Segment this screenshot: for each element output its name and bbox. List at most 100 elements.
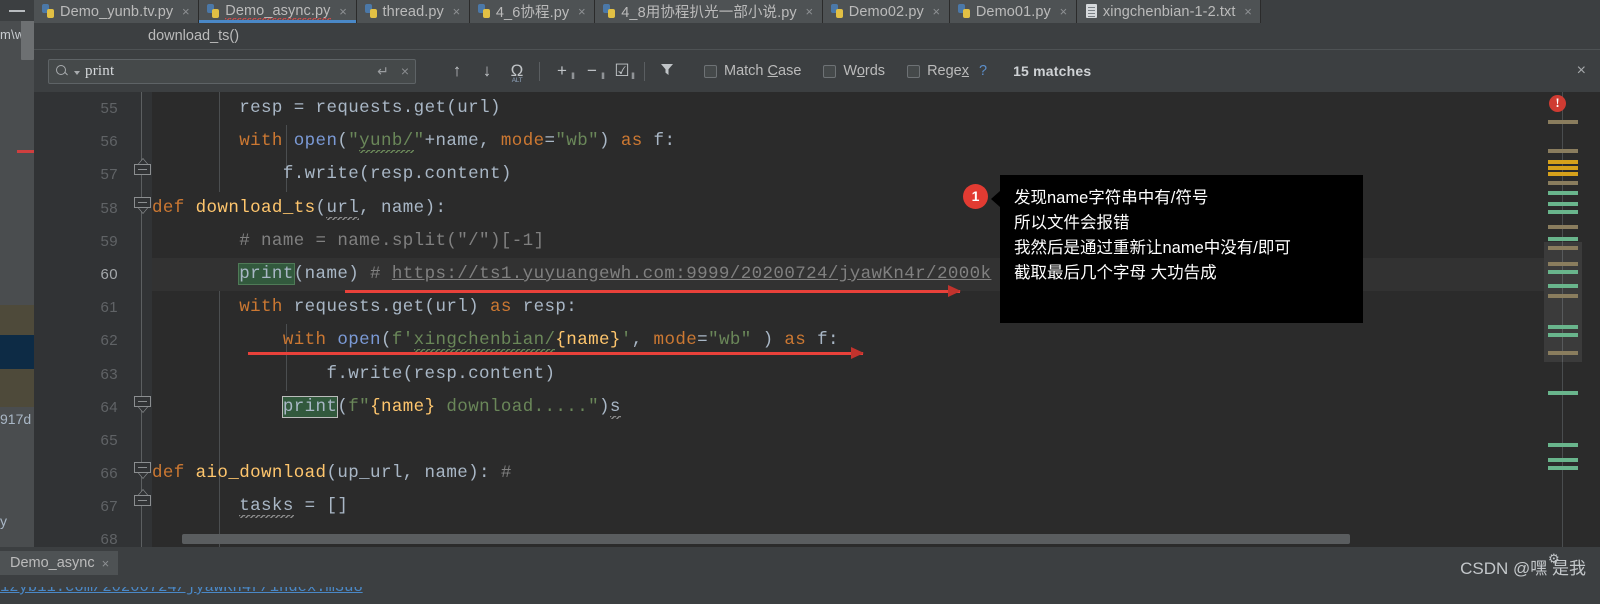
code-token: mode bbox=[653, 330, 698, 351]
toolbar-divider-2 bbox=[644, 61, 645, 81]
code-marker[interactable] bbox=[1548, 246, 1578, 250]
code-marker[interactable] bbox=[1548, 149, 1578, 153]
words-option[interactable]: Words bbox=[823, 63, 885, 79]
fold-marker-collapse[interactable] bbox=[133, 495, 152, 511]
code-marker[interactable] bbox=[1548, 466, 1578, 470]
code-marker[interactable] bbox=[1548, 210, 1578, 214]
code-token: # bbox=[370, 263, 392, 284]
code-marker[interactable] bbox=[1548, 120, 1578, 124]
fold-marker-collapse[interactable] bbox=[133, 164, 152, 180]
code-marker[interactable] bbox=[1548, 166, 1578, 170]
close-icon[interactable]: × bbox=[804, 5, 815, 18]
match-case-checkbox[interactable] bbox=[704, 64, 717, 78]
code-marker[interactable] bbox=[1548, 391, 1578, 395]
fold-marker-expand[interactable] bbox=[133, 197, 152, 213]
line-number: 59 bbox=[100, 232, 118, 250]
close-icon[interactable]: × bbox=[338, 5, 349, 18]
code-marker[interactable] bbox=[1548, 351, 1578, 355]
fold-marker-expand[interactable] bbox=[133, 462, 152, 478]
code-token: aio_download bbox=[195, 463, 327, 484]
line-number: 57 bbox=[100, 166, 118, 184]
scrollbar-thumb[interactable] bbox=[1544, 242, 1582, 362]
code-marker[interactable] bbox=[1548, 458, 1578, 462]
editor-tab-3[interactable]: 4_6协程.py × bbox=[469, 0, 596, 23]
line-number: 68 bbox=[100, 531, 118, 547]
find-next-button[interactable]: ↓ bbox=[472, 58, 502, 85]
clear-search-icon[interactable]: × bbox=[401, 63, 409, 79]
remove-selection-button[interactable]: − II bbox=[577, 58, 607, 85]
code-marker[interactable] bbox=[1548, 160, 1578, 164]
editor-tab-6[interactable]: Demo01.py × bbox=[949, 0, 1077, 23]
close-icon[interactable]: × bbox=[1058, 5, 1069, 18]
close-icon[interactable]: × bbox=[102, 556, 110, 571]
close-find-button[interactable]: × bbox=[1577, 62, 1586, 80]
code-token: = [] bbox=[293, 496, 349, 517]
code-token: yunb/ bbox=[359, 131, 414, 154]
code-token: mode bbox=[500, 131, 545, 152]
find-options: Match Case Words Regex ? bbox=[704, 63, 987, 79]
fold-marker-expand[interactable] bbox=[133, 396, 152, 412]
code-token: , name): bbox=[359, 197, 447, 218]
chevron-down-icon[interactable] bbox=[74, 71, 80, 75]
close-icon[interactable]: × bbox=[1242, 5, 1253, 18]
code-marker[interactable] bbox=[1548, 191, 1578, 195]
words-checkbox[interactable] bbox=[823, 64, 837, 78]
code-marker[interactable] bbox=[1548, 172, 1578, 176]
code-marker[interactable] bbox=[1548, 181, 1578, 185]
code-marker[interactable] bbox=[1548, 443, 1578, 447]
code-editor[interactable]: 55 resp = requests.get(url) 56 with open(… bbox=[34, 92, 1600, 547]
omega-alt-label: ALT bbox=[511, 76, 523, 84]
editor-tab-5[interactable]: Demo02.py × bbox=[822, 0, 950, 23]
run-tool-tab[interactable]: Demo_async × bbox=[0, 551, 119, 575]
code-marker[interactable] bbox=[1548, 237, 1578, 241]
filter-button[interactable] bbox=[652, 58, 682, 85]
close-icon[interactable]: × bbox=[451, 5, 462, 18]
marker-gutter[interactable]: ! bbox=[1544, 92, 1600, 547]
code-marker[interactable] bbox=[1548, 270, 1578, 274]
code-line: 57 f.write(resp.content) bbox=[101, 158, 1600, 191]
search-input[interactable]: print ↵ × bbox=[48, 58, 416, 84]
code-token: # name = name.split(″/″)[-1] bbox=[239, 230, 545, 251]
editor-tab-7[interactable]: xingchenbian-1-2.txt × bbox=[1076, 0, 1262, 23]
close-icon[interactable]: × bbox=[931, 5, 942, 18]
code-line: 64 print(f″{name} download.....″)s bbox=[101, 391, 1600, 424]
add-selection-button[interactable]: + II bbox=[547, 58, 577, 85]
find-previous-button[interactable]: ↑ bbox=[442, 58, 472, 85]
editor-tab-1[interactable]: Demo_async.py × bbox=[199, 0, 357, 23]
editor-tab-label: Demo_yunb.tv.py bbox=[60, 3, 174, 20]
regex-option[interactable]: Regex bbox=[907, 63, 969, 79]
code-line: 67 tasks = [] bbox=[101, 490, 1600, 523]
find-all-omega-button[interactable]: Ω ALT bbox=[502, 58, 532, 85]
code-marker[interactable] bbox=[1548, 294, 1578, 298]
match-case-option[interactable]: Match Case bbox=[704, 63, 801, 79]
pycharm-window: m\wo 917d y Demo_yunb.tv.py × Demo_async.p… bbox=[0, 0, 1600, 604]
breadcrumb[interactable]: download_ts() bbox=[34, 23, 1600, 49]
code-marker[interactable] bbox=[1548, 202, 1578, 206]
code-marker[interactable] bbox=[1548, 225, 1578, 229]
code-token: = bbox=[544, 131, 556, 152]
python-file-icon bbox=[957, 4, 971, 19]
console-url-text[interactable]: 1zyb11.com/20200724/jyawKn4r/index.m3u8 bbox=[0, 587, 363, 596]
select-all-occurrences-button[interactable]: ☑ II bbox=[607, 58, 637, 85]
regex-help-icon[interactable]: ? bbox=[979, 63, 987, 79]
close-icon[interactable]: × bbox=[576, 5, 587, 18]
text-file-icon bbox=[1085, 4, 1098, 19]
code-marker[interactable] bbox=[1548, 262, 1578, 266]
error-indicator-icon[interactable]: ! bbox=[1549, 95, 1566, 112]
editor-tab-2[interactable]: thread.py × bbox=[356, 0, 470, 23]
code-token: as bbox=[489, 297, 523, 318]
code-marker[interactable] bbox=[1548, 284, 1578, 288]
enter-icon[interactable]: ↵ bbox=[377, 63, 389, 80]
close-icon[interactable]: × bbox=[180, 5, 191, 18]
editor-tab-0[interactable]: Demo_yunb.tv.py × bbox=[34, 0, 200, 23]
code-marker[interactable] bbox=[1548, 333, 1578, 337]
horizontal-scrollbar[interactable] bbox=[182, 534, 1350, 544]
regex-checkbox[interactable] bbox=[907, 64, 921, 78]
minimize-button[interactable] bbox=[0, 0, 34, 21]
annotation-line: 所以文件会报错 bbox=[1014, 214, 1130, 232]
editor-tab-4[interactable]: 4_8用协程扒光一部小说.py × bbox=[595, 0, 823, 23]
code-marker[interactable] bbox=[1548, 325, 1578, 329]
